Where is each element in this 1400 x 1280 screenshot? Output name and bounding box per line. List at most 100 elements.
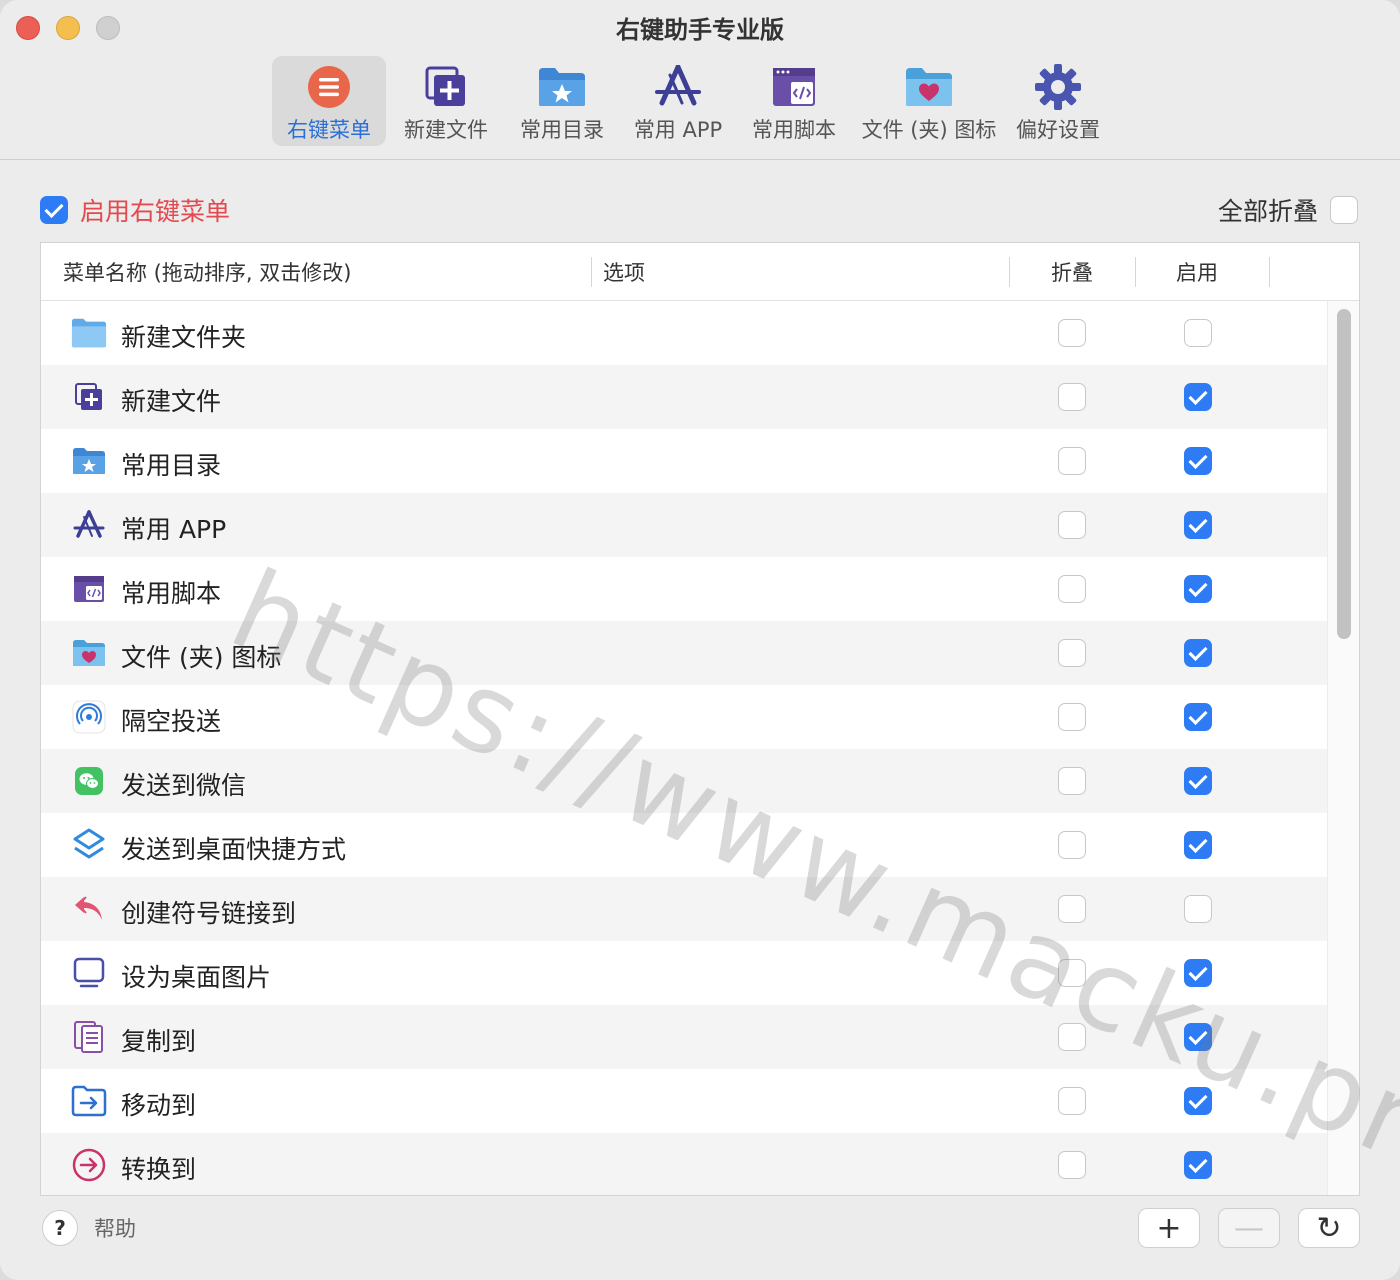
enable-checkbox[interactable] xyxy=(1184,1151,1212,1179)
enable-checkbox[interactable] xyxy=(1184,1087,1212,1115)
table-row[interactable]: 发送到桌面快捷方式 xyxy=(41,813,1329,877)
fold-checkbox[interactable] xyxy=(1058,767,1086,795)
enable-checkbox[interactable] xyxy=(1184,703,1212,731)
fold-checkbox[interactable] xyxy=(1058,1023,1086,1051)
row-label: 复制到 xyxy=(121,1027,197,1056)
column-divider xyxy=(1009,257,1010,287)
row-label: 发送到微信 xyxy=(121,771,247,800)
tab-common-folders[interactable]: 常用目录 xyxy=(506,56,618,146)
app-window: 右键助手专业版 右键菜单 新建文件 常用目录 常用 APP 常用脚本 文件 (夹… xyxy=(0,0,1400,1280)
monitor-icon xyxy=(71,955,107,991)
enable-checkbox[interactable] xyxy=(1184,895,1212,923)
enable-checkbox[interactable] xyxy=(1184,511,1212,539)
column-header-enabled[interactable]: 启用 xyxy=(1176,257,1218,287)
table-row[interactable]: 隔空投送 xyxy=(41,685,1329,749)
remove-button[interactable]: — xyxy=(1218,1208,1280,1248)
fold-checkbox[interactable] xyxy=(1058,895,1086,923)
enable-checkbox[interactable] xyxy=(1184,831,1212,859)
fold-checkbox[interactable] xyxy=(1058,383,1086,411)
help-button[interactable]: ? xyxy=(42,1210,78,1246)
new-file-icon xyxy=(420,64,472,110)
fold-checkbox[interactable] xyxy=(1058,959,1086,987)
fold-checkbox[interactable] xyxy=(1058,511,1086,539)
folder-star-icon xyxy=(536,64,588,110)
tab-label: 常用脚本 xyxy=(752,118,836,142)
fold-checkbox[interactable] xyxy=(1058,831,1086,859)
table-row[interactable]: 移动到 xyxy=(41,1069,1329,1133)
row-label: 常用脚本 xyxy=(121,579,222,608)
tab-common-apps[interactable]: 常用 APP xyxy=(622,56,734,146)
enable-menu-label: 启用右键菜单 xyxy=(80,197,231,226)
enable-checkbox[interactable] xyxy=(1184,1023,1212,1051)
column-divider xyxy=(591,257,592,287)
enable-checkbox[interactable] xyxy=(1184,639,1212,667)
row-label: 隔空投送 xyxy=(121,707,222,736)
new-file-icon xyxy=(71,379,107,415)
column-divider xyxy=(1135,257,1136,287)
row-label: 转换到 xyxy=(121,1155,197,1184)
table-header: 菜单名称 (拖动排序, 双击修改) 选项 折叠 启用 xyxy=(41,243,1359,301)
scrollbar-thumb[interactable] xyxy=(1337,309,1351,639)
table-row[interactable]: 常用 APP xyxy=(41,493,1329,557)
table-row[interactable]: 发送到微信 xyxy=(41,749,1329,813)
row-label: 创建符号链接到 xyxy=(121,899,297,928)
tab-label: 新建文件 xyxy=(404,118,488,142)
collapse-all-label: 全部折叠 xyxy=(1217,197,1318,226)
row-label: 新建文件夹 xyxy=(121,323,247,352)
fold-checkbox[interactable] xyxy=(1058,1087,1086,1115)
tab-common-scripts[interactable]: 常用脚本 xyxy=(738,56,850,146)
refresh-button[interactable]: ↻ xyxy=(1298,1208,1360,1248)
fold-checkbox[interactable] xyxy=(1058,1151,1086,1179)
wechat-icon xyxy=(71,763,107,799)
table-row[interactable]: 新建文件 xyxy=(41,365,1329,429)
row-label: 常用目录 xyxy=(121,451,222,480)
table-row[interactable]: 转换到 xyxy=(41,1133,1329,1195)
menu-list-icon xyxy=(303,64,355,110)
collapse-all-row: 全部折叠 xyxy=(1218,192,1358,228)
column-header-options[interactable]: 选项 xyxy=(603,257,645,287)
tab-new-file[interactable]: 新建文件 xyxy=(390,56,502,146)
column-header-fold[interactable]: 折叠 xyxy=(1051,257,1093,287)
table-row[interactable]: 新建文件夹 xyxy=(41,301,1329,365)
add-button[interactable]: + xyxy=(1138,1208,1200,1248)
folder-heart-icon xyxy=(71,635,107,671)
fold-checkbox[interactable] xyxy=(1058,319,1086,347)
gear-icon xyxy=(1032,64,1084,110)
fold-checkbox[interactable] xyxy=(1058,447,1086,475)
enable-checkbox[interactable] xyxy=(1184,319,1212,347)
tab-preferences[interactable]: 偏好设置 xyxy=(1008,56,1108,146)
help-label[interactable]: 帮助 xyxy=(94,1213,136,1243)
folder-star-icon xyxy=(71,443,107,479)
tab-label: 右键菜单 xyxy=(287,118,371,142)
enable-checkbox[interactable] xyxy=(1184,767,1212,795)
folder-icon xyxy=(71,315,107,351)
folder-heart-icon xyxy=(903,64,955,110)
tab-file-icons[interactable]: 文件 (夹) 图标 xyxy=(854,56,1004,146)
table-row[interactable]: 常用目录 xyxy=(41,429,1329,493)
shortcut-icon xyxy=(71,827,107,863)
table-row[interactable]: 设为桌面图片 xyxy=(41,941,1329,1005)
column-header-name[interactable]: 菜单名称 (拖动排序, 双击修改) xyxy=(63,257,351,287)
enable-checkbox[interactable] xyxy=(1184,447,1212,475)
table-row[interactable]: 常用脚本 xyxy=(41,557,1329,621)
table-row[interactable]: 创建符号链接到 xyxy=(41,877,1329,941)
enable-checkbox[interactable] xyxy=(1184,383,1212,411)
table-body: 新建文件夹 新建文件 常用目录 常用 APP 常用脚本 文件 (夹) 图标 隔空… xyxy=(41,301,1329,1195)
tab-label: 常用目录 xyxy=(520,118,604,142)
table-row[interactable]: 复制到 xyxy=(41,1005,1329,1069)
copy-document-icon xyxy=(71,1019,107,1055)
window-title: 右键助手专业版 xyxy=(616,16,784,44)
enable-checkbox[interactable] xyxy=(1184,959,1212,987)
table-row[interactable]: 文件 (夹) 图标 xyxy=(41,621,1329,685)
fold-checkbox[interactable] xyxy=(1058,639,1086,667)
fold-checkbox[interactable] xyxy=(1058,575,1086,603)
row-label: 发送到桌面快捷方式 xyxy=(121,835,347,864)
move-folder-icon xyxy=(71,1083,107,1119)
collapse-all-checkbox[interactable] xyxy=(1330,196,1358,224)
app-store-icon xyxy=(71,507,107,543)
enable-menu-checkbox[interactable] xyxy=(40,196,68,224)
tab-context-menu[interactable]: 右键菜单 xyxy=(272,56,386,146)
enable-checkbox[interactable] xyxy=(1184,575,1212,603)
row-label: 常用 APP xyxy=(121,515,227,544)
fold-checkbox[interactable] xyxy=(1058,703,1086,731)
